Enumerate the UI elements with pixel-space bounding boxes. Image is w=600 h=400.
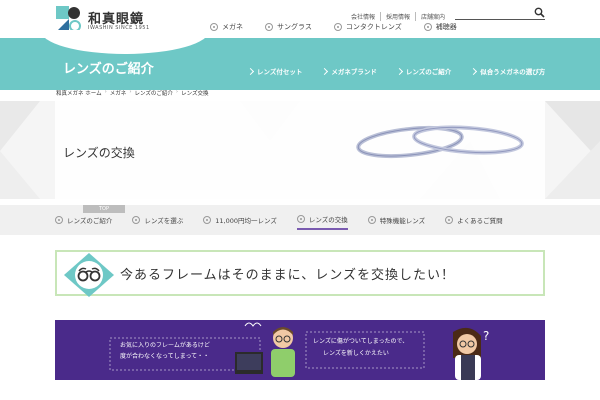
glasses-badge-icon [64, 253, 114, 297]
utility-link-recruit[interactable]: 採用情報 [379, 12, 415, 21]
hero-title: レンズの交換 [63, 146, 135, 160]
nav-item-label: 補聴器 [435, 23, 457, 31]
chevron-right-icon [321, 67, 329, 75]
breadcrumb-item-current: レンズ交換 [181, 91, 209, 97]
utility-links: 会社情報 採用情報 店舗案内 [346, 12, 450, 21]
breadcrumb-item-lenses[interactable]: レンズのご紹介 [135, 89, 173, 97]
tab-faq[interactable]: よくあるご質問 [445, 210, 503, 230]
tab-label: レンズのご紹介 [67, 217, 113, 225]
circle-bullet-icon [333, 23, 342, 31]
nav-item-sunglasses[interactable]: サングラス [265, 22, 312, 32]
worried-woman-illustration: ? [453, 327, 489, 380]
breadcrumb-item-glasses[interactable]: メガネ [110, 89, 127, 97]
tab-label: レンズの交換 [308, 216, 348, 224]
tab-special-lens[interactable]: 特殊機能レンズ [367, 210, 426, 230]
svg-text:?: ? [483, 329, 489, 343]
main-nav: メガネ サングラス コンタクトレンズ 補聴器 [210, 22, 479, 32]
nav-item-label: サングラス [277, 23, 312, 31]
circle-bullet-icon [203, 216, 212, 224]
person-at-computer-illustration [235, 322, 295, 377]
breadcrumb-item-home[interactable]: 和真メガネ ホーム [56, 89, 102, 97]
circle-bullet-icon [210, 23, 218, 31]
utility-link-stores[interactable]: 店舗案内 [414, 12, 450, 21]
headline-text: 今あるフレームはそのままに、レンズを交換したい！ [120, 268, 455, 283]
tab-label: よくあるご質問 [457, 217, 503, 225]
circle-bullet-icon [367, 216, 376, 224]
subnav-item-choosing-frames[interactable]: 似合うメガネの選び方 [470, 66, 546, 76]
subnav-item-label: 似合うメガネの選び方 [480, 68, 546, 76]
search-input[interactable] [455, 8, 533, 19]
left-bubble-line-1: お気に入りのフレームがあるけど [120, 342, 210, 349]
nav-item-contact-lenses[interactable]: コンタクトレンズ [333, 22, 402, 32]
chevron-right-icon [395, 67, 403, 75]
logo-mark-icon [56, 6, 81, 32]
right-bubble-line-2: レンズを新しくかえたい [323, 350, 389, 357]
breadcrumb: 和真メガネ ホーム › メガネ › レンズのご紹介 › レンズ交換 [56, 89, 212, 97]
subnav-item-brands[interactable]: メガネブランド [321, 66, 377, 76]
promo-illustration-panel: お気に入りのフレームがあるけど 度が合わなくなってしまって・・ レンズに傷がつい… [55, 320, 545, 380]
chevron-right-icon [246, 67, 255, 75]
tab-lens-exchange[interactable]: レンズの交換 [296, 210, 348, 230]
tab-lens-intro[interactable]: レンズのご紹介 [55, 210, 112, 230]
search-box [455, 7, 545, 20]
circle-bullet-icon [132, 216, 141, 224]
circle-bullet-icon [265, 23, 273, 31]
circle-bullet-icon [55, 216, 63, 224]
lens-rings-image [356, 125, 524, 159]
circle-bullet-icon [445, 216, 454, 224]
subnav-item-label: レンズ付セット [257, 68, 303, 76]
tab-label: レンズを選ぶ [144, 217, 184, 225]
circle-bullet-icon [423, 23, 432, 31]
tab-flat-price-lens[interactable]: 11,000円均一レンズ [203, 210, 277, 230]
circle-bullet-icon [296, 215, 305, 223]
subnav-item-label: メガネブランド [331, 68, 377, 76]
search-icon[interactable] [534, 7, 545, 18]
nav-item-label: メガネ [222, 23, 243, 31]
nav-item-glasses[interactable]: メガネ [210, 22, 243, 32]
page: 和真眼鏡 IWASHIN SINCE 1951 会社情報 採用情報 店舗案内 メ… [0, 0, 600, 400]
breadcrumb-separator: › [104, 89, 107, 95]
tab-label: 特殊機能レンズ [379, 217, 426, 225]
section-subnav: レンズ付セット メガネブランド レンズのご紹介 似合うメガネの選び方 [246, 66, 565, 76]
tab-choose-lens[interactable]: レンズを選ぶ [132, 210, 183, 230]
subnav-item-lens-sets[interactable]: レンズ付セット [246, 66, 303, 76]
breadcrumb-separator: › [129, 89, 132, 95]
breadcrumb-separator: › [175, 89, 179, 95]
chevron-right-icon [470, 67, 478, 75]
nav-item-label: コンタクトレンズ [345, 23, 402, 31]
subnav-item-lenses[interactable]: レンズのご紹介 [395, 66, 452, 76]
nav-item-hearing-aids[interactable]: 補聴器 [423, 22, 457, 32]
left-bubble-line-2: 度が合わなくなってしまって・・ [120, 353, 210, 360]
subnav-item-label: レンズのご紹介 [405, 68, 452, 76]
section-title: レンズのご紹介 [63, 62, 154, 77]
tabs-list: レンズのご紹介 レンズを選ぶ 11,000円均一レンズ レンズの交換 特殊機能レ… [55, 210, 523, 230]
right-bubble-line-1: レンズに傷がついてしまったので、 [313, 338, 409, 345]
tab-top-badge: TOP [83, 205, 125, 213]
tab-label: 11,000円均一レンズ [215, 217, 277, 225]
utility-link-company[interactable]: 会社情報 [346, 12, 380, 21]
